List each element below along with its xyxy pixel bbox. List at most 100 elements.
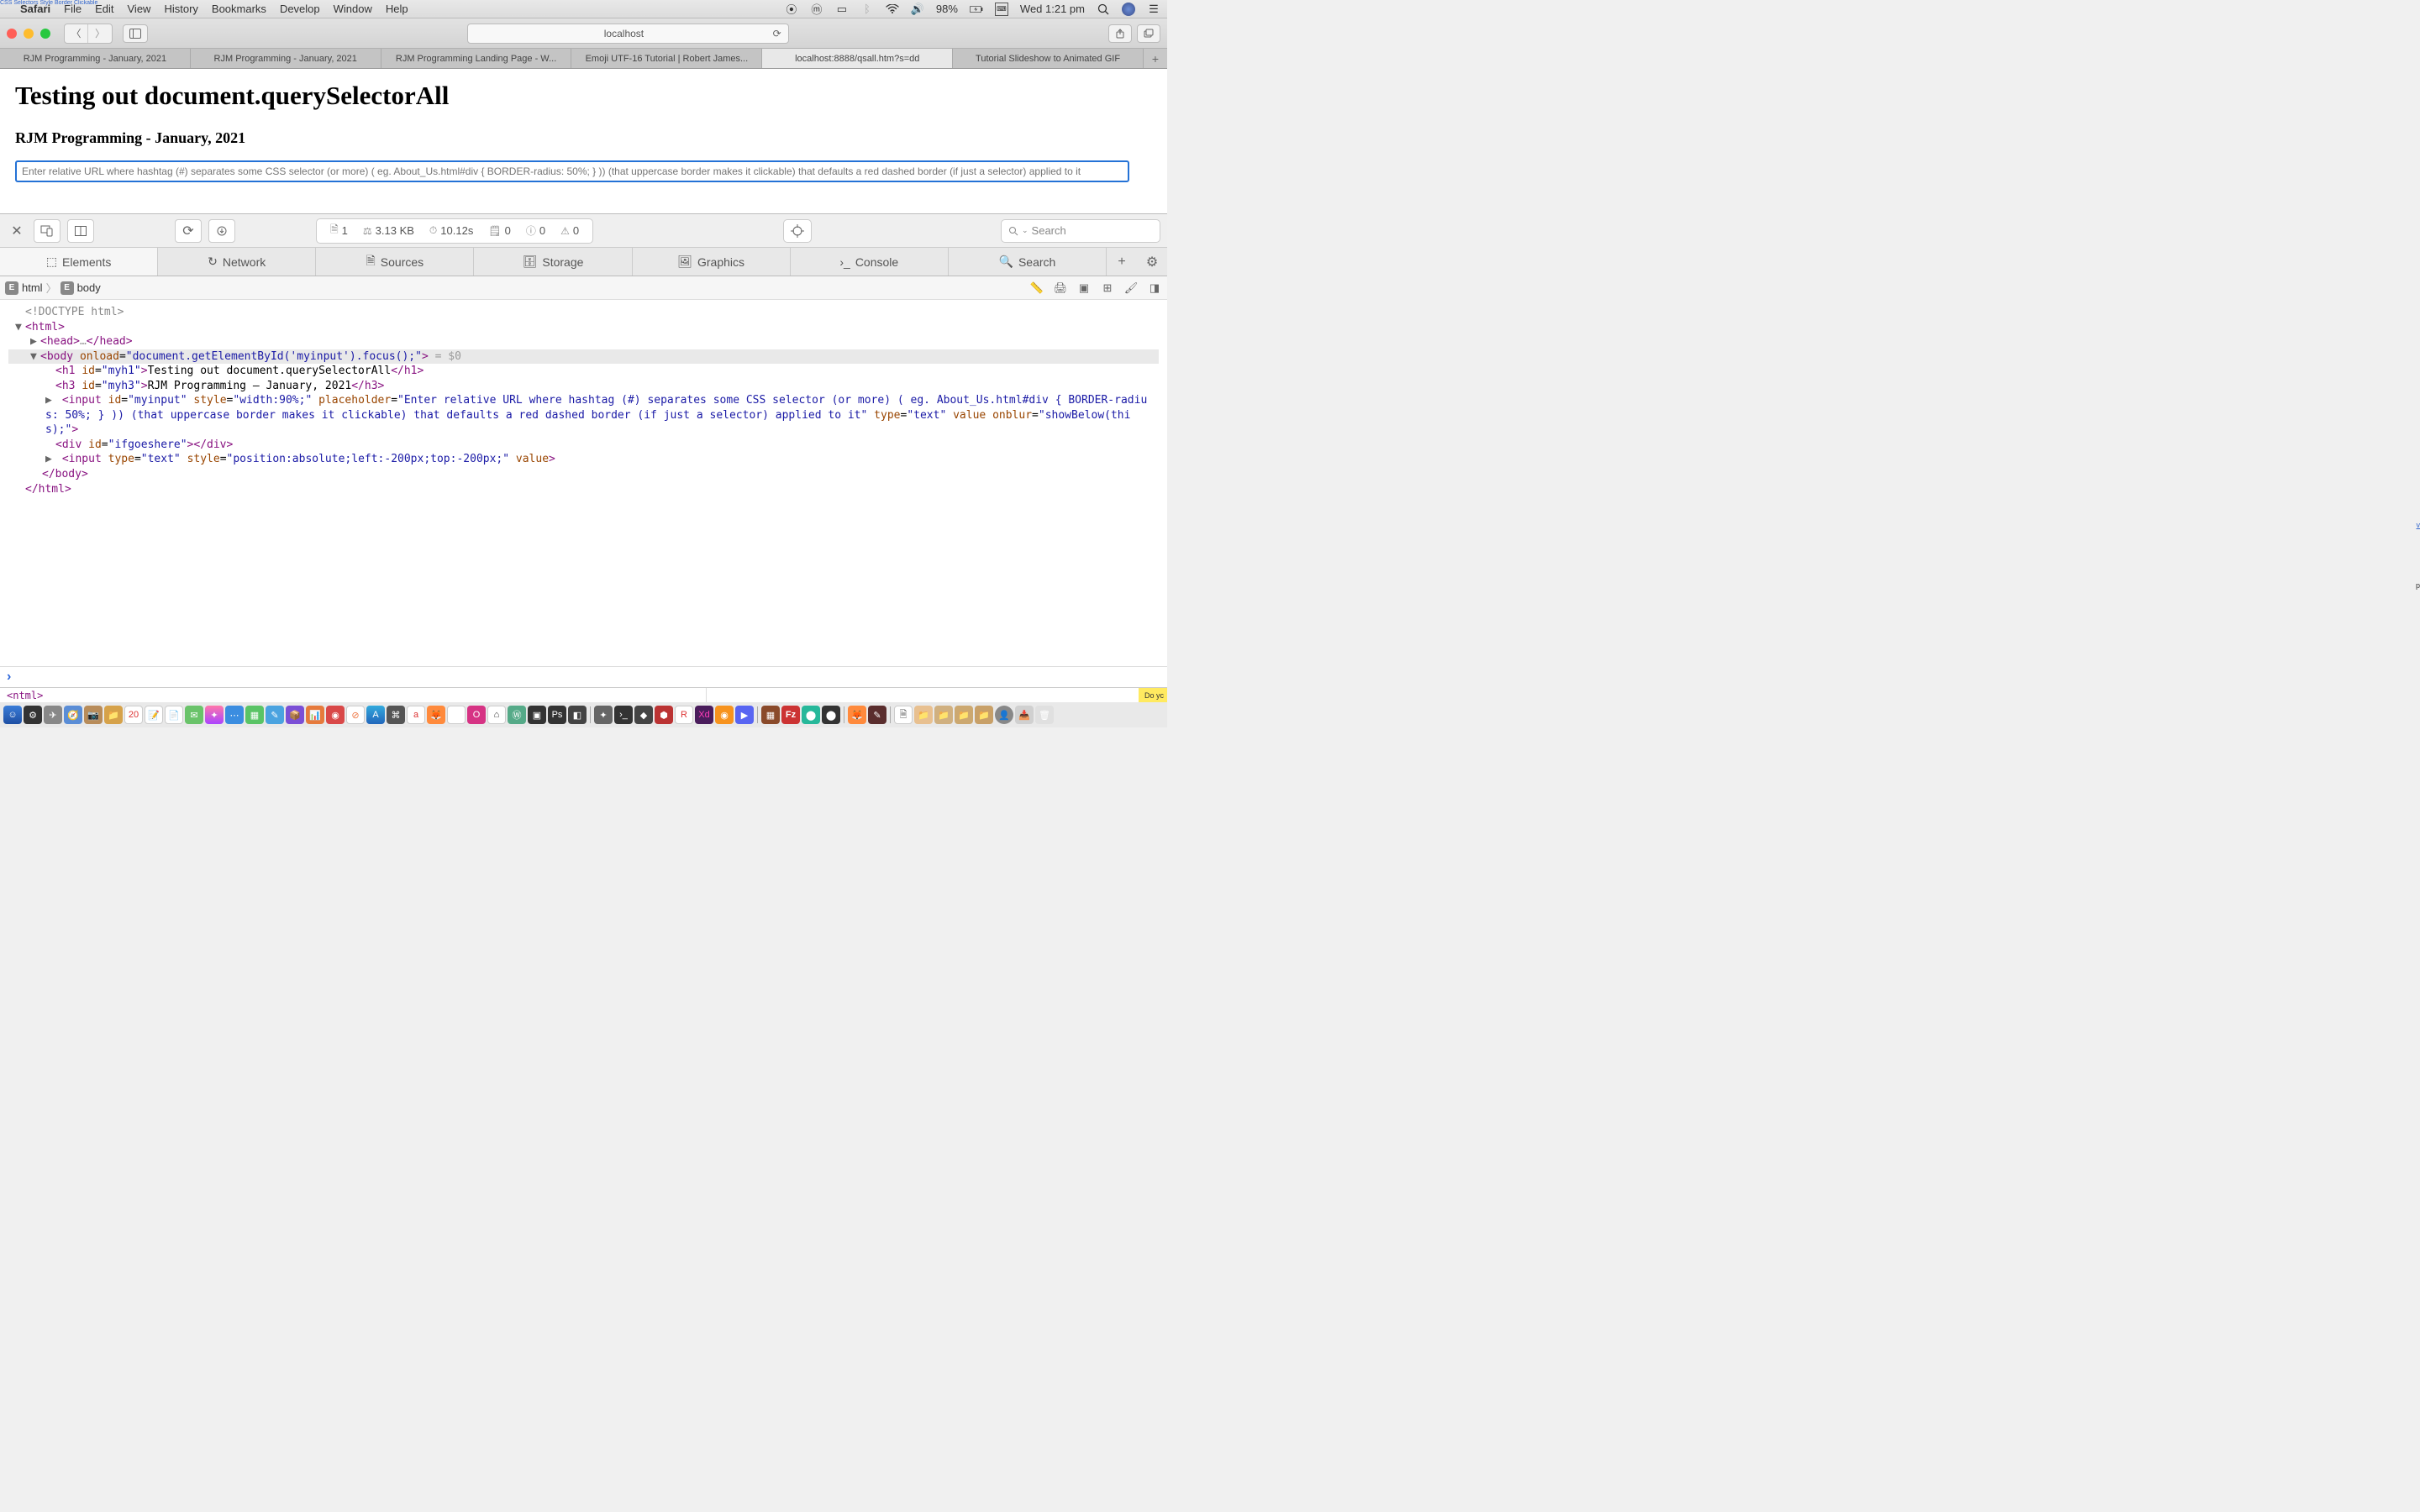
dock-app[interactable]: ⬤ <box>802 706 820 724</box>
box-model-icon[interactable]: ▣ <box>1076 281 1092 295</box>
dock-app[interactable]: ◧ <box>568 706 587 724</box>
status-icon[interactable]: ⦿ <box>785 3 798 16</box>
selector-input[interactable] <box>15 160 1129 182</box>
dock-app-calendar[interactable]: 20 <box>124 706 143 724</box>
reload-page-button[interactable]: ⟳ <box>175 219 202 243</box>
menu-history[interactable]: History <box>164 3 197 15</box>
dock-trash[interactable]: 🗑 <box>1035 706 1054 724</box>
browser-tab[interactable]: Tutorial Slideshow to Animated GIF <box>953 49 1144 68</box>
menu-edit[interactable]: Edit <box>95 3 113 15</box>
dock-app[interactable]: O <box>467 706 486 724</box>
back-button[interactable]: 〈 <box>65 24 88 43</box>
dock-app-xd[interactable]: Xd <box>695 706 713 724</box>
dock-app[interactable]: 📷 <box>84 706 103 724</box>
wifi-icon[interactable] <box>886 3 899 16</box>
device-toggle-button[interactable] <box>34 219 60 243</box>
input-source-icon[interactable]: ⌨ <box>995 3 1008 16</box>
dock-app[interactable]: ⊘ <box>346 706 365 724</box>
fullscreen-window-icon[interactable] <box>40 29 50 39</box>
dom-tree[interactable]: <!DOCTYPE html> ▼<html> ▶<head>…</head> … <box>0 300 1167 666</box>
dock-app-firefox[interactable]: 🦊 <box>427 706 445 724</box>
grid-icon[interactable]: ⊞ <box>1100 281 1115 295</box>
dock-app[interactable]: ◉ <box>326 706 345 724</box>
dock-app[interactable]: ◉ <box>715 706 734 724</box>
dock-app[interactable]: ⚙ <box>24 706 42 724</box>
tab-console[interactable]: ›_Console <box>791 248 949 276</box>
dock-app[interactable]: ⌘ <box>387 706 405 724</box>
dock-app[interactable]: ✦ <box>594 706 613 724</box>
new-tab-button[interactable]: + <box>1144 49 1167 68</box>
share-button[interactable] <box>1108 24 1132 43</box>
browser-tab[interactable]: Emoji UTF-16 Tutorial | Robert James... <box>571 49 762 68</box>
breadcrumb-html[interactable]: html <box>22 281 43 294</box>
dock-app-filezilla[interactable]: Fz <box>781 706 800 724</box>
volume-icon[interactable]: 🔊 <box>911 3 924 16</box>
dock-app-chrome[interactable]: ◉ <box>447 706 466 724</box>
dock-app[interactable]: Ps <box>548 706 566 724</box>
dock-toggle-button[interactable] <box>67 219 94 243</box>
dock-app[interactable]: ⋯ <box>225 706 244 724</box>
dock-app[interactable]: ⬢ <box>655 706 673 724</box>
status-icon-m[interactable]: ⓜ <box>810 3 823 16</box>
dock-folder[interactable]: 🗎 <box>894 706 913 724</box>
ruler-icon[interactable]: 📏 <box>1029 281 1044 295</box>
browser-tab[interactable]: RJM Programming - January, 2021 <box>191 49 381 68</box>
dock-app[interactable]: ▦ <box>761 706 780 724</box>
dock-app[interactable]: a <box>407 706 425 724</box>
paint-icon[interactable]: 🖌 <box>1123 281 1139 295</box>
tab-storage[interactable]: 🗄Storage <box>474 248 632 276</box>
menu-bookmarks[interactable]: Bookmarks <box>212 3 266 15</box>
show-tabs-button[interactable] <box>1137 24 1160 43</box>
spotlight-icon[interactable] <box>1097 3 1110 16</box>
dock-app[interactable]: ⌂ <box>487 706 506 724</box>
dock-app[interactable]: ✦ <box>205 706 224 724</box>
bluetooth-icon[interactable]: ᛒ <box>860 3 874 16</box>
browser-tab[interactable]: RJM Programming Landing Page - W... <box>381 49 572 68</box>
menu-develop[interactable]: Develop <box>280 3 320 15</box>
add-tab-button[interactable]: + <box>1107 248 1137 276</box>
tab-network[interactable]: ↻Network <box>158 248 316 276</box>
print-icon[interactable]: 🖨 <box>1053 281 1068 295</box>
dock-app-safari[interactable]: 🧭 <box>64 706 82 724</box>
forward-button[interactable]: 〉 <box>88 24 112 43</box>
dock-app[interactable]: 📝 <box>145 706 163 724</box>
dock-folder[interactable]: 👤 <box>995 706 1013 724</box>
close-window-icon[interactable] <box>7 29 17 39</box>
dock-app[interactable]: R <box>675 706 693 724</box>
menu-window[interactable]: Window <box>334 3 372 15</box>
dock-folder[interactable]: 📁 <box>934 706 953 724</box>
dock-app[interactable]: A <box>366 706 385 724</box>
airplay-icon[interactable]: ▭ <box>835 3 849 16</box>
sidebar-toggle-button[interactable] <box>123 24 148 43</box>
menu-view[interactable]: View <box>128 3 151 15</box>
tab-search[interactable]: 🔍Search <box>949 248 1107 276</box>
dock-folder-downloads[interactable]: 📥 <box>1015 706 1034 724</box>
dock-folder[interactable]: 📁 <box>955 706 973 724</box>
browser-tab-active[interactable]: localhost:8888/qsall.htm?s=dd <box>762 49 953 68</box>
dock-app[interactable]: 📄 <box>165 706 183 724</box>
menu-help[interactable]: Help <box>386 3 408 15</box>
panel-right-icon[interactable]: ◨ <box>1147 281 1162 295</box>
siri-icon[interactable] <box>1122 3 1135 16</box>
dock-folder[interactable]: 📁 <box>914 706 933 724</box>
download-button[interactable] <box>208 219 235 243</box>
browser-tab[interactable]: RJM Programming - January, 2021 <box>0 49 191 68</box>
dock-app[interactable]: Ⓦ <box>508 706 526 724</box>
dock-app[interactable]: ▶ <box>735 706 754 724</box>
dock-app[interactable]: ▣ <box>528 706 546 724</box>
console-prompt[interactable]: › <box>0 666 1167 687</box>
dock-app[interactable]: ⬤ <box>822 706 840 724</box>
element-picker-button[interactable] <box>783 219 812 243</box>
url-bar[interactable]: localhost ⟳ <box>467 24 788 44</box>
notification-center-icon[interactable]: ☰ <box>1147 3 1160 16</box>
dock-app[interactable]: 📊 <box>306 706 324 724</box>
breadcrumb-body[interactable]: body <box>77 281 101 294</box>
devtools-search[interactable]: ⌄ Search <box>1001 219 1160 243</box>
tab-sources[interactable]: 🗎Sources <box>316 248 474 276</box>
dock-app[interactable]: ✎ <box>266 706 284 724</box>
dock-app-firefox[interactable]: 🦊 <box>848 706 866 724</box>
dock-app[interactable]: 📁 <box>104 706 123 724</box>
datetime[interactable]: Wed 1:21 pm <box>1020 3 1085 15</box>
dock-app[interactable]: ▦ <box>245 706 264 724</box>
dock-app-finder[interactable]: ☺ <box>3 706 22 724</box>
